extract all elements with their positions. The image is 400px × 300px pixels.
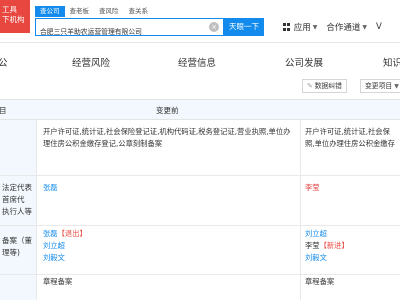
search-input[interactable]: [36, 23, 208, 39]
change-type-select[interactable]: 变更项目 ▼: [360, 79, 400, 93]
header-item: 目: [0, 105, 7, 116]
brand-line-2: 下机构: [2, 15, 25, 24]
table-header: 目 变更前: [0, 100, 400, 120]
before-cell: 张磊: [43, 182, 295, 194]
person-link[interactable]: 刘毅文: [43, 252, 295, 264]
person-entry: 张磊【退出】: [43, 228, 295, 240]
header-before: 变更前: [156, 106, 179, 115]
section-nav: 公 经营风险 经营信息 公司发展 知识: [0, 51, 400, 71]
person-link[interactable]: 张磊: [43, 229, 58, 238]
table-row: 法定代表 首席代 执行人等 张磊 李莹: [0, 176, 400, 226]
apps-menu[interactable]: 应用 ▼: [282, 21, 318, 33]
top-nav: 应用 ▼ 合作通道 ▼ V: [274, 18, 400, 36]
before-cell: 开户许可证,统计证,社会保险登记证,机构代码证,税务登记证,营业执照,单位办理住…: [43, 127, 291, 148]
change-record-table: 目 变更前 开户许可证,统计证,社会保险登记证,机构代码证,税务登记证,营业执照…: [0, 99, 400, 300]
status-badge: 【退出】: [57, 229, 87, 238]
row-item-cell: 法定代表 首席代 执行人等: [0, 176, 37, 225]
item-line: 理等): [2, 248, 20, 257]
brand-line-1: 工具: [2, 5, 17, 14]
person-link[interactable]: 张磊: [43, 182, 295, 194]
item-line: 备案（董: [2, 236, 32, 245]
item-line: 法定代表: [2, 183, 32, 192]
tab-search-relation[interactable]: 查关系: [124, 6, 154, 17]
chevron-down-icon: ▼: [312, 23, 318, 31]
after-cell: 李莹: [305, 182, 400, 194]
edit-icon: ✎: [307, 82, 313, 90]
vip-menu[interactable]: V: [376, 22, 400, 32]
chevron-down-icon: ▼: [394, 83, 399, 90]
person-entry: 李莹【新进】: [305, 240, 400, 252]
vip-label: V: [376, 22, 382, 32]
section-risk[interactable]: 经营风险: [72, 55, 110, 69]
section-company[interactable]: 公: [0, 55, 8, 69]
row-item-cell: [0, 275, 37, 300]
tab-search-company[interactable]: 查公司: [35, 6, 65, 17]
person-link[interactable]: 刘立超: [305, 228, 400, 240]
top-bar: 工具 下机构 查公司 查老板 查风险 查关系 × 天眼一下 应用 ▼ 合作通道 …: [0, 0, 400, 43]
clear-icon[interactable]: ×: [209, 22, 219, 32]
apps-label: 应用: [293, 23, 311, 33]
row-item-cell: 备案（董 理等): [0, 226, 37, 274]
change-type-label: 变更项目: [365, 82, 393, 90]
chevron-down-icon: ▼: [362, 23, 367, 31]
after-cell: 开户许可证,统计证,社会保 照,单位办理住房公积金缴存: [305, 127, 395, 148]
cooperation-menu[interactable]: 合作通道 ▼: [326, 21, 367, 33]
after-cell: 刘立超 李莹【新进】 刘毅文: [305, 228, 400, 264]
person-link[interactable]: 李莹: [305, 241, 320, 250]
brand-logo[interactable]: 工具 下机构: [0, 0, 30, 33]
report-error-button[interactable]: ✎ 数据纠错: [302, 79, 347, 93]
status-badge: 【新进】: [319, 241, 349, 250]
table-row: 开户许可证,统计证,社会保险登记证,机构代码证,税务登记证,营业执照,单位办理住…: [0, 120, 400, 176]
item-line: 执行人等: [2, 207, 32, 216]
search-box: ×: [35, 18, 224, 39]
before-cell: 章程备案: [43, 277, 73, 286]
section-ip[interactable]: 知识: [383, 55, 400, 69]
person-link[interactable]: 李莹: [305, 182, 400, 194]
row-item-cell: [0, 120, 37, 175]
person-link[interactable]: 刘毅文: [305, 252, 400, 264]
table-row: 备案（董 理等) 张磊【退出】 刘立超 刘毅文 刘立超 李莹【新进】 刘毅文: [0, 226, 400, 275]
grid-icon: [282, 23, 291, 31]
cooperation-label: 合作通道: [326, 23, 361, 33]
search-button[interactable]: 天眼一下: [224, 18, 264, 36]
tab-search-risk[interactable]: 查风险: [94, 6, 124, 17]
before-cell: 张磊【退出】 刘立超 刘毅文: [43, 228, 295, 264]
person-link[interactable]: 刘立超: [43, 240, 295, 252]
tab-search-boss[interactable]: 查老板: [65, 6, 95, 17]
item-line: 首席代: [2, 195, 25, 204]
section-operation[interactable]: 经营信息: [178, 55, 216, 69]
table-row: 章程备案 章程备案: [0, 275, 400, 300]
report-error-label: 数据纠错: [314, 82, 342, 90]
section-development[interactable]: 公司发展: [285, 55, 323, 69]
search-type-tabs: 查公司 查老板 查风险 查关系: [35, 6, 153, 17]
after-cell: 章程备案: [305, 277, 335, 286]
